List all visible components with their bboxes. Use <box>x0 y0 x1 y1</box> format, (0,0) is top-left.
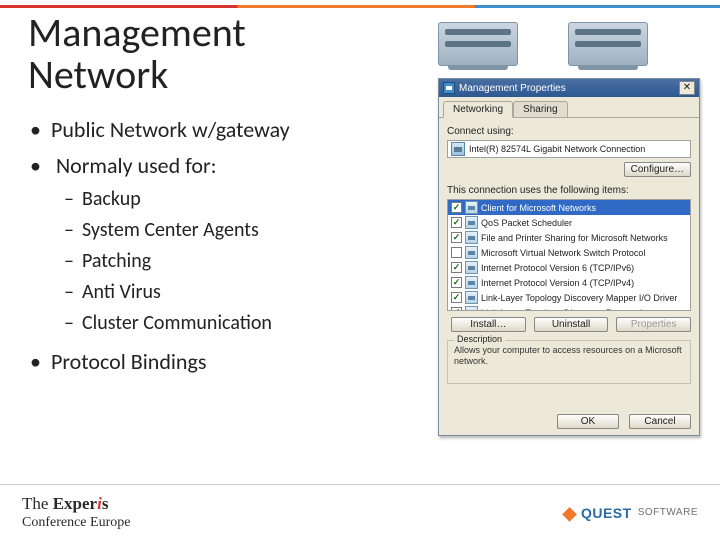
items-label: This connection uses the following items… <box>447 185 691 196</box>
description-label: Description <box>454 334 505 344</box>
bullet-normally-used-label: Normaly used for: <box>56 152 217 179</box>
list-item-label: Link-Layer Topology Discovery Mapper I/O… <box>481 293 677 303</box>
ok-button[interactable]: OK <box>557 414 619 429</box>
title-line-2: Network <box>28 50 168 99</box>
uninstall-button[interactable]: Uninstall <box>534 317 609 332</box>
nic-icon <box>451 142 465 156</box>
install-button[interactable]: Install… <box>451 317 526 332</box>
server-icon <box>568 8 648 66</box>
network-icon <box>443 82 455 94</box>
bullet-normally-used: Normaly used for: Backup System Center A… <box>30 151 410 338</box>
list-item[interactable]: ✓ Link-Layer Topology Discovery Mapper I/… <box>448 290 690 305</box>
experis-exper: Exper <box>53 494 97 513</box>
dialog-body: Connect using: Intel(R) 82574L Gigabit N… <box>439 118 699 392</box>
tab-networking[interactable]: Networking <box>443 101 513 118</box>
list-item-label: QoS Packet Scheduler <box>481 218 572 228</box>
component-icon <box>465 201 478 214</box>
list-item[interactable]: ✓ Link-Layer Topology Discovery Responder <box>448 305 690 311</box>
component-icon <box>465 261 478 274</box>
list-item[interactable]: Microsoft Virtual Network Switch Protoco… <box>448 245 690 260</box>
configure-button[interactable]: Configure… <box>624 162 691 177</box>
experis-logo: The Experis Conference Europe <box>22 495 130 530</box>
dialog-title-text: Management Properties <box>459 83 566 94</box>
list-item-label: Client for Microsoft Networks <box>481 203 596 213</box>
subbullet-sc-agents: System Center Agents <box>64 217 410 244</box>
component-icon <box>465 231 478 244</box>
list-item[interactable]: ✓ Client for Microsoft Networks <box>448 200 690 215</box>
close-button[interactable]: ✕ <box>679 81 695 95</box>
list-item[interactable]: ✓ Internet Protocol Version 4 (TCP/IPv4) <box>448 275 690 290</box>
subbullet-patching: Patching <box>64 248 410 275</box>
subbullet-backup: Backup <box>64 186 410 213</box>
slide-title: Management Network <box>28 12 246 96</box>
dialog-titlebar: Management Properties ✕ <box>439 79 699 97</box>
properties-button[interactable]: Properties <box>616 317 691 332</box>
quest-logo: ◆ QUEST SOFTWARE <box>563 505 698 521</box>
bullet-protocol-bindings: Protocol Bindings <box>30 347 410 377</box>
server-graphics <box>438 8 648 66</box>
slide-footer: The Experis Conference Europe ◆ QUEST SO… <box>0 484 720 540</box>
slide: Management Network Public Network w/gate… <box>0 0 720 540</box>
bullet-list: Public Network w/gateway Normaly used fo… <box>30 115 410 383</box>
component-icon <box>465 306 478 311</box>
experis-s: s <box>102 494 109 513</box>
experis-sub: Conference Europe <box>22 515 130 530</box>
component-icon <box>465 291 478 304</box>
subbullet-cluster-comm: Cluster Communication <box>64 310 410 337</box>
checkbox[interactable]: ✓ <box>451 232 462 243</box>
quest-name: QUEST <box>581 505 632 521</box>
list-item[interactable]: ✓ File and Printer Sharing for Microsoft … <box>448 230 690 245</box>
connect-using-label: Connect using: <box>447 126 691 137</box>
list-item-label: Microsoft Virtual Network Switch Protoco… <box>481 248 645 258</box>
checkbox[interactable]: ✓ <box>451 307 462 311</box>
list-item-label: Internet Protocol Version 6 (TCP/IPv6) <box>481 263 634 273</box>
description-groupbox: Description Allows your computer to acce… <box>447 340 691 384</box>
subbullet-antivirus: Anti Virus <box>64 279 410 306</box>
bullet-public-network: Public Network w/gateway <box>30 115 410 145</box>
description-text: Allows your computer to access resources… <box>454 345 684 367</box>
list-item[interactable]: ✓ QoS Packet Scheduler <box>448 215 690 230</box>
quest-software: SOFTWARE <box>638 507 698 518</box>
adapter-name: Intel(R) 82574L Gigabit Network Connecti… <box>469 144 687 154</box>
list-item-label: Link-Layer Topology Discovery Responder <box>481 308 650 312</box>
list-item-label: File and Printer Sharing for Microsoft N… <box>481 233 668 243</box>
adapter-dropdown[interactable]: Intel(R) 82574L Gigabit Network Connecti… <box>447 140 691 158</box>
properties-dialog: Management Properties ✕ Networking Shari… <box>438 78 700 436</box>
component-icon <box>465 246 478 259</box>
server-icon <box>438 8 518 66</box>
component-icon <box>465 216 478 229</box>
checkbox[interactable]: ✓ <box>451 217 462 228</box>
experis-the: The <box>22 494 53 513</box>
checkbox[interactable]: ✓ <box>451 277 462 288</box>
checkbox[interactable]: ✓ <box>451 292 462 303</box>
checkbox[interactable]: ✓ <box>451 262 462 273</box>
cancel-button[interactable]: Cancel <box>629 414 691 429</box>
checkbox[interactable]: ✓ <box>451 202 462 213</box>
tab-sharing[interactable]: Sharing <box>513 101 567 117</box>
tab-strip: Networking Sharing <box>439 97 699 118</box>
component-icon <box>465 276 478 289</box>
components-listbox[interactable]: ✓ Client for Microsoft Networks ✓ QoS Packe… <box>447 199 691 311</box>
checkbox[interactable] <box>451 247 462 258</box>
list-item-label: Internet Protocol Version 4 (TCP/IPv4) <box>481 278 634 288</box>
list-item[interactable]: ✓ Internet Protocol Version 6 (TCP/IPv6) <box>448 260 690 275</box>
